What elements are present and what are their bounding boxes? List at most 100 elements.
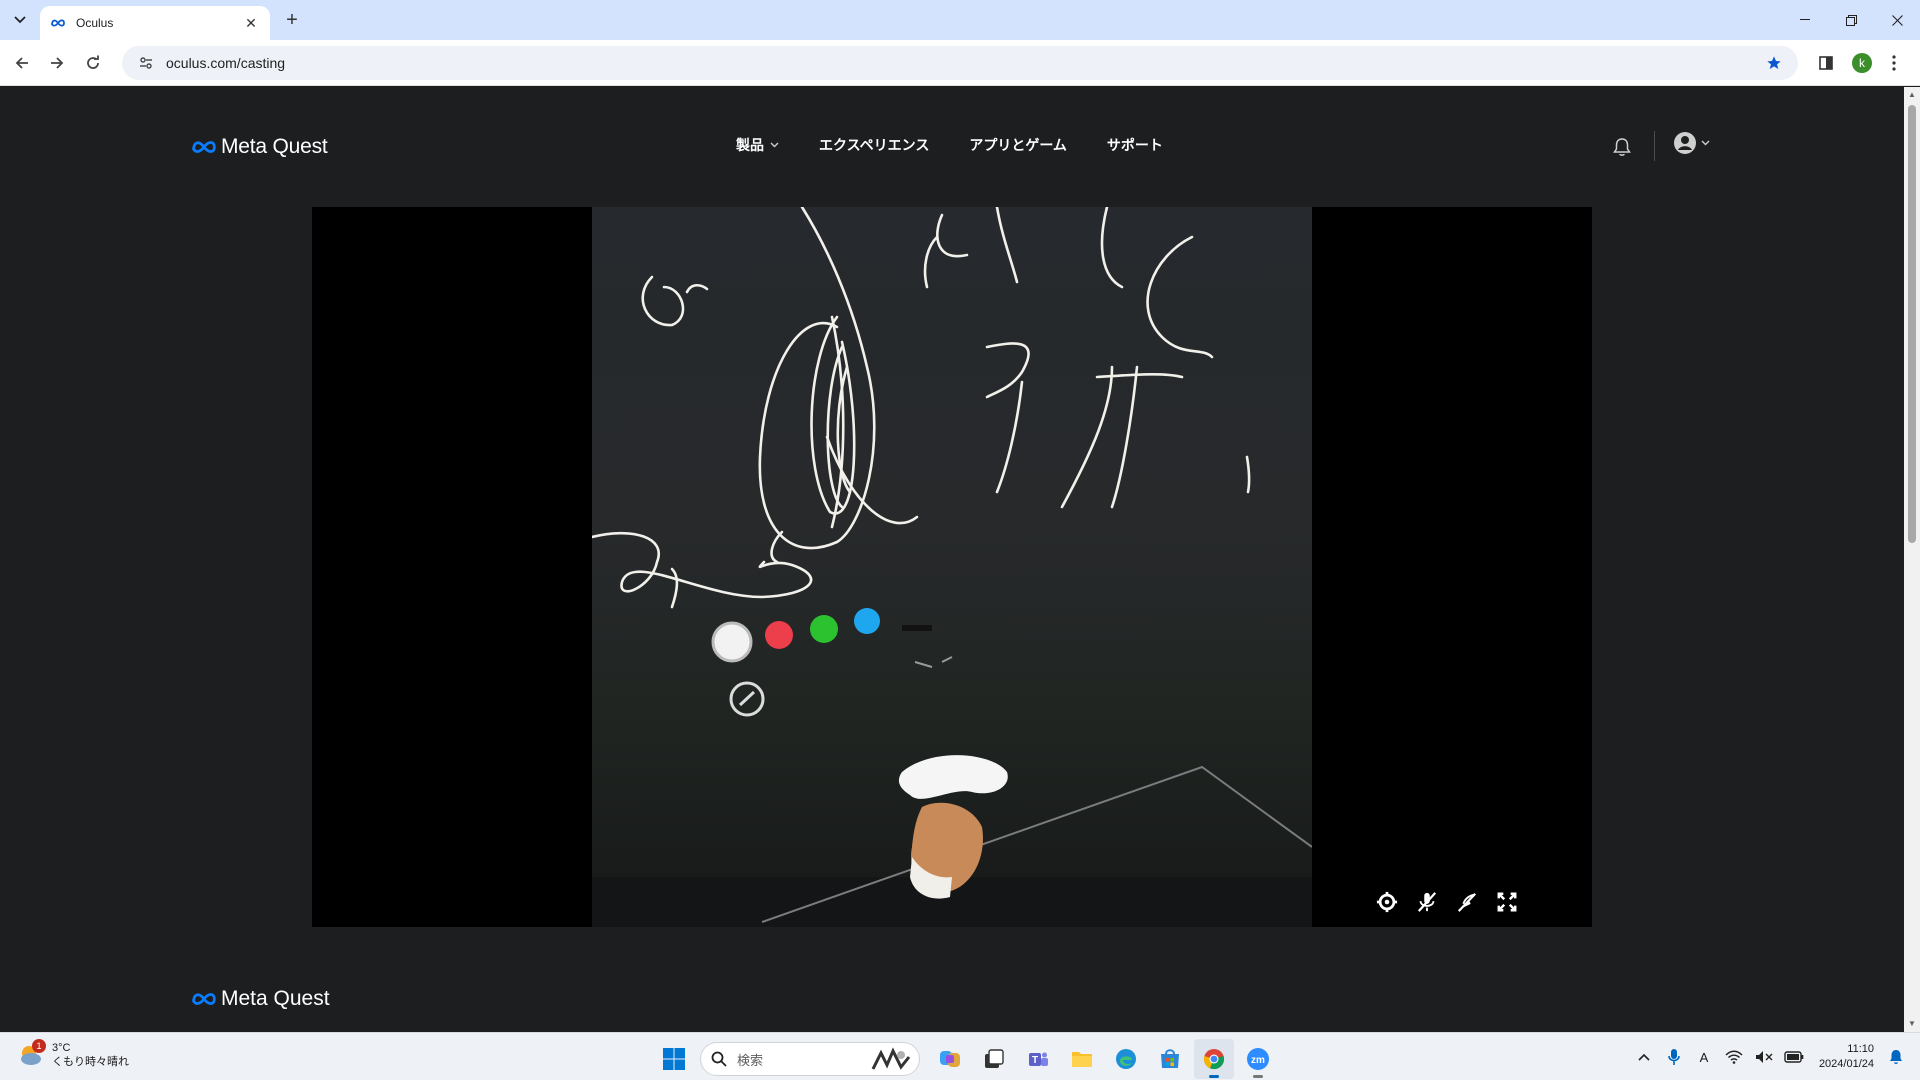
- volume-button[interactable]: [1753, 1046, 1775, 1068]
- nav-item-label: エクスペリエンス: [819, 137, 930, 153]
- weather-widget[interactable]: 1 3°C くもり時々晴れ: [18, 1039, 129, 1069]
- browser-tabstrip: Oculus ✕ +: [0, 0, 1920, 40]
- zoom-icon: zm: [1247, 1048, 1269, 1070]
- nav-divider: [1654, 131, 1655, 161]
- system-tray: A 11:10 2024/01/24: [1625, 1039, 1906, 1075]
- fullscreen-button[interactable]: [1494, 889, 1520, 915]
- close-tab-button[interactable]: ✕: [242, 14, 260, 32]
- back-button[interactable]: [8, 49, 36, 77]
- scroll-thumb[interactable]: [1908, 105, 1916, 543]
- restore-icon: [1845, 14, 1857, 26]
- battery-button[interactable]: [1783, 1046, 1805, 1068]
- store-app-button[interactable]: [1150, 1039, 1190, 1079]
- chrome-icon: [1203, 1049, 1225, 1070]
- weather-cloud-sun-icon: 1: [18, 1039, 46, 1068]
- audio-off-icon: [1457, 892, 1477, 912]
- meta-favicon-icon: [50, 15, 66, 31]
- address-bar[interactable]: oculus.com/casting: [122, 46, 1798, 80]
- side-panel-button[interactable]: [1812, 49, 1840, 77]
- volume-muted-icon: [1755, 1051, 1773, 1063]
- account-menu-button[interactable]: [1673, 131, 1710, 155]
- arrow-left-icon: [15, 57, 28, 69]
- weather-desc: くもり時々晴れ: [52, 1056, 129, 1068]
- bell-icon: [1890, 1050, 1902, 1064]
- file-explorer-button[interactable]: [1062, 1039, 1102, 1079]
- meta-quest-logo[interactable]: Meta Quest: [191, 135, 328, 159]
- page-content: Meta Quest 製品 エクスペリエンス アプリとゲーム サポート Meta…: [0, 87, 1904, 1032]
- browser-menu-button[interactable]: [1884, 49, 1904, 77]
- folder-icon: [1072, 1052, 1092, 1067]
- store-icon: [1161, 1049, 1179, 1068]
- close-window-button[interactable]: [1874, 0, 1920, 40]
- start-button[interactable]: [656, 1041, 692, 1077]
- browser-toolbar: oculus.com/casting k: [0, 40, 1920, 86]
- search-icon: [711, 1051, 727, 1067]
- clock-time: 11:10: [1847, 1043, 1874, 1055]
- side-panel-icon: [1819, 56, 1833, 70]
- more-vert-icon: [1892, 55, 1896, 71]
- svg-text:zm: zm: [1251, 1055, 1265, 1066]
- new-tab-button[interactable]: +: [280, 8, 304, 32]
- tab-title: Oculus: [76, 16, 114, 30]
- hidden-icons-button[interactable]: [1633, 1046, 1655, 1068]
- edge-app-button[interactable]: [1106, 1039, 1146, 1079]
- site-info-icon[interactable]: [136, 53, 156, 73]
- audio-toggle-button[interactable]: [1454, 889, 1480, 915]
- restore-button[interactable]: [1828, 0, 1874, 40]
- notifications-button[interactable]: [1610, 135, 1634, 159]
- nav-item-support[interactable]: サポート: [1107, 135, 1163, 155]
- settings-button[interactable]: [1374, 889, 1400, 915]
- copilot-app-button[interactable]: [930, 1039, 970, 1079]
- chrome-app-button[interactable]: [1194, 1039, 1234, 1079]
- meta-infinity-icon: [192, 993, 216, 1005]
- search-highlight-art-icon: [871, 1047, 911, 1070]
- avatar: k: [1852, 53, 1872, 73]
- scroll-down-icon[interactable]: ▼: [1907, 1019, 1917, 1029]
- reload-icon: [87, 55, 99, 69]
- bookmark-star-icon[interactable]: [1764, 53, 1784, 73]
- teams-app-button[interactable]: T: [1018, 1039, 1058, 1079]
- task-view-button[interactable]: [974, 1039, 1014, 1079]
- nav-item-experiences[interactable]: エクスペリエンス: [819, 135, 929, 155]
- profile-button[interactable]: k: [1848, 49, 1876, 77]
- url-text: oculus.com/casting: [166, 55, 286, 71]
- arrow-right-icon: [51, 57, 64, 69]
- meta-infinity-icon: [192, 141, 216, 153]
- minimize-button[interactable]: [1782, 0, 1828, 40]
- windows-taskbar: 1 3°C くもり時々晴れ 検索 T zm A 11:10 2024/01/24: [0, 1032, 1920, 1080]
- nav-item-label: 製品: [736, 137, 764, 153]
- taskbar-search-box[interactable]: 検索: [700, 1042, 920, 1076]
- footer-logo-text: Meta Quest: [221, 987, 330, 1010]
- network-button[interactable]: [1723, 1046, 1745, 1068]
- footer-meta-quest-logo[interactable]: Meta Quest: [191, 987, 330, 1011]
- svg-text:T: T: [1032, 1055, 1038, 1066]
- ime-indicator[interactable]: A: [1693, 1046, 1715, 1068]
- nav-item-label: サポート: [1106, 137, 1163, 153]
- taskbar-clock[interactable]: 11:10 2024/01/24: [1819, 1042, 1874, 1072]
- nav-item-products[interactable]: 製品: [736, 135, 779, 155]
- reload-button[interactable]: [79, 49, 107, 77]
- tab-search-button[interactable]: [6, 8, 34, 32]
- zoom-app-button[interactable]: zm: [1238, 1039, 1278, 1079]
- account-circle-icon: [1674, 132, 1696, 154]
- main-nav: 製品 エクスペリエンス アプリとゲーム サポート: [736, 135, 1203, 155]
- bell-icon: [1613, 138, 1631, 156]
- close-icon: [1891, 14, 1903, 26]
- minimize-icon: [1800, 19, 1810, 20]
- mic-toggle-button[interactable]: [1414, 889, 1440, 915]
- scroll-up-icon[interactable]: ▲: [1907, 90, 1917, 100]
- wifi-icon: [1725, 1050, 1743, 1064]
- nav-item-apps-games[interactable]: アプリとゲーム: [969, 135, 1067, 155]
- weather-badge: 1: [32, 1039, 46, 1053]
- cast-video-player[interactable]: [312, 207, 1592, 927]
- notification-center-button[interactable]: [1886, 1047, 1906, 1067]
- windows-logo-icon: [663, 1048, 685, 1070]
- forward-button[interactable]: [43, 49, 71, 77]
- microphone-tray-button[interactable]: [1663, 1046, 1685, 1068]
- weather-temp: 3°C: [52, 1042, 71, 1054]
- browser-tab[interactable]: Oculus ✕: [40, 6, 270, 40]
- microphone-icon: [1668, 1049, 1680, 1065]
- page-scrollbar[interactable]: ▲ ▼: [1904, 87, 1920, 1032]
- search-placeholder: 検索: [737, 1052, 764, 1068]
- chevron-up-icon: [1638, 1053, 1650, 1061]
